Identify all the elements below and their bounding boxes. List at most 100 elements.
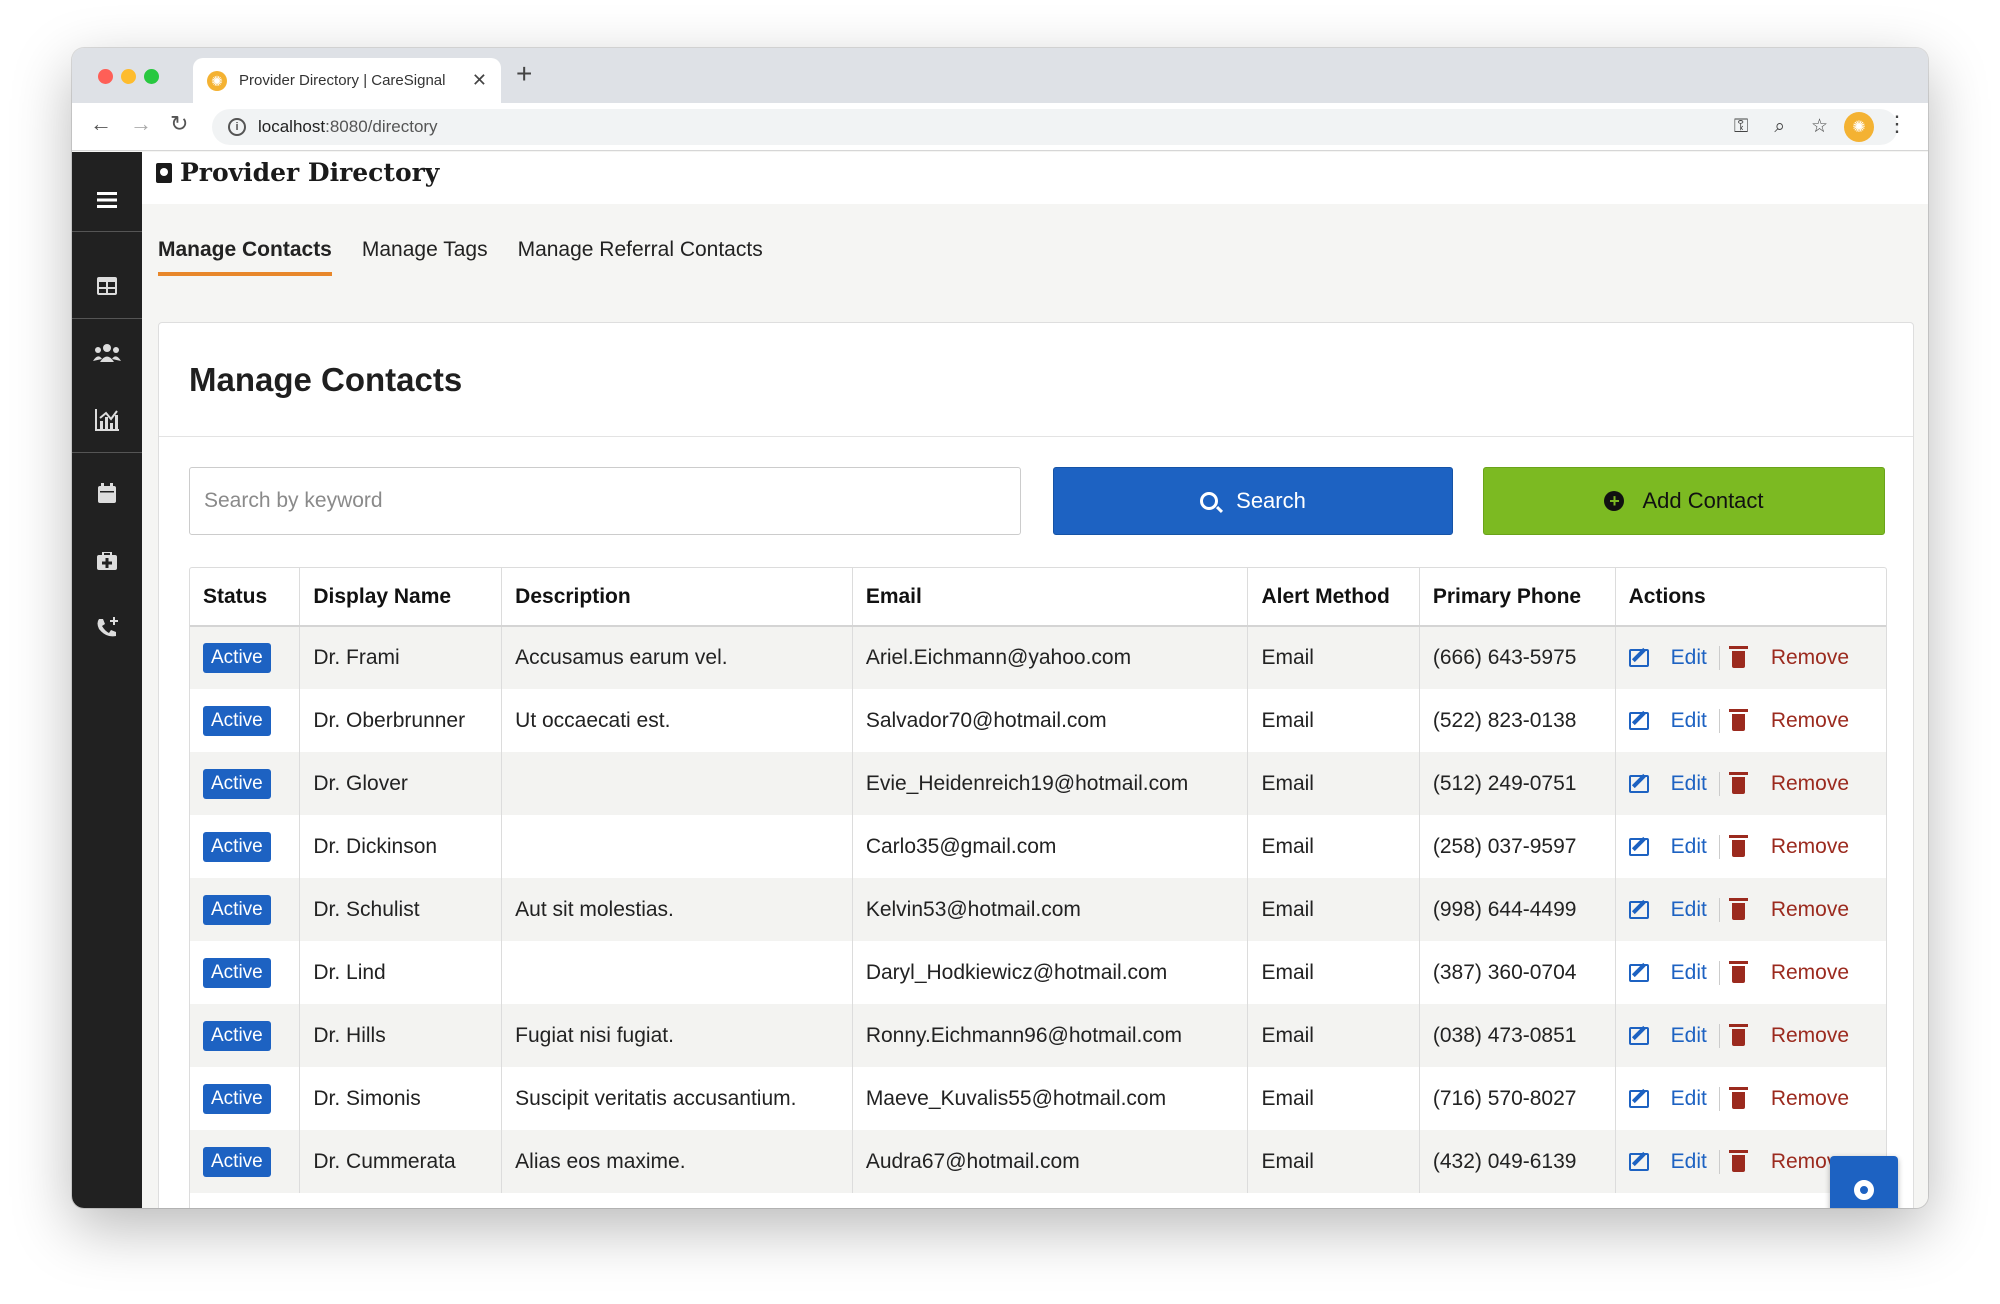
- browser-tab[interactable]: ✺ Provider Directory | CareSignal ✕: [193, 58, 501, 103]
- edit-button[interactable]: Edit: [1628, 646, 1720, 670]
- maximize-window-button[interactable]: [144, 69, 159, 84]
- cell-email: Salvador70@hotmail.com: [852, 689, 1249, 752]
- edit-button[interactable]: Edit: [1628, 771, 1720, 796]
- remove-button[interactable]: Remove: [1720, 834, 1849, 859]
- help-button[interactable]: [1830, 1156, 1898, 1208]
- edit-button[interactable]: Edit: [1628, 897, 1720, 922]
- extension-icon[interactable]: ✺: [1844, 112, 1874, 142]
- remove-button[interactable]: Remove: [1720, 960, 1850, 985]
- remove-button[interactable]: Remove: [1720, 897, 1849, 922]
- trash-icon: [1728, 1023, 1748, 1046]
- site-info-icon[interactable]: i: [228, 118, 246, 136]
- remove-button[interactable]: Remove: [1720, 646, 1849, 670]
- cell-alert-method: Email: [1247, 815, 1420, 878]
- edit-icon: [1628, 837, 1649, 856]
- close-tab-icon[interactable]: ✕: [472, 70, 487, 91]
- new-tab-button[interactable]: +: [516, 60, 532, 88]
- edit-label: Edit: [1670, 708, 1707, 732]
- search-input[interactable]: [189, 467, 1021, 535]
- cell-description: Fugiat nisi fugiat.: [501, 1004, 853, 1067]
- close-window-button[interactable]: [98, 69, 113, 84]
- calendar-icon[interactable]: [72, 473, 142, 513]
- search-button[interactable]: Search: [1053, 467, 1453, 535]
- cell-display-name: Dr. Schulist: [299, 878, 503, 941]
- analytics-icon[interactable]: [72, 400, 142, 440]
- cell-actions: Edit Remove: [1615, 941, 1886, 1004]
- edit-label: Edit: [1670, 834, 1707, 858]
- tab-manage-tags[interactable]: Manage Tags: [362, 238, 488, 276]
- cell-status: Active: [190, 878, 301, 941]
- header-email[interactable]: Email: [852, 568, 1249, 627]
- header-display-name[interactable]: Display Name: [299, 568, 503, 627]
- remove-button[interactable]: Remove: [1720, 771, 1850, 796]
- address-bar[interactable]: i localhost:8080/directory ⚿ ⌕ ☆: [212, 109, 1898, 145]
- caresignal-favicon-icon: ✺: [207, 70, 227, 91]
- lifebuoy-icon: [1854, 1180, 1874, 1200]
- table-row: Active Dr. Hills Fugiat nisi fugiat. Ronny.…: [190, 1004, 1886, 1067]
- remove-button[interactable]: Remove: [1720, 1086, 1850, 1111]
- cell-description: Alias eos maxime.: [501, 1130, 853, 1193]
- cell-primary-phone: (432) 049-6139: [1419, 1130, 1616, 1193]
- remove-label: Remove: [1770, 960, 1850, 984]
- header-description[interactable]: Description: [501, 568, 853, 627]
- status-badge: Active: [203, 768, 271, 799]
- users-icon[interactable]: [72, 333, 142, 373]
- edit-icon: [1628, 1026, 1649, 1045]
- edit-button[interactable]: Edit: [1628, 1086, 1720, 1111]
- cell-display-name: Dr. Oberbrunner: [299, 689, 503, 752]
- status-badge: Active: [203, 643, 271, 673]
- cell-email: Ronny.Eichmann96@hotmail.com: [852, 1004, 1249, 1067]
- header-alert-method[interactable]: Alert Method: [1247, 568, 1420, 627]
- edit-button[interactable]: Edit: [1628, 1023, 1720, 1048]
- edit-button[interactable]: Edit: [1628, 960, 1720, 985]
- edit-label: Edit: [1670, 897, 1707, 921]
- table-row: Active Dr. Simonis Suscipit veritatis accu…: [190, 1067, 1886, 1130]
- cell-alert-method: Email: [1247, 1067, 1420, 1130]
- add-contact-button[interactable]: + Add Contact: [1483, 467, 1885, 535]
- cell-display-name: Dr. Dickinson: [299, 815, 503, 878]
- zoom-icon[interactable]: ⌕: [1774, 116, 1785, 138]
- medkit-icon[interactable]: [72, 541, 142, 581]
- search-button-label: Search: [1236, 488, 1306, 513]
- header-status[interactable]: Status: [190, 568, 301, 627]
- remove-label: Remove: [1770, 771, 1850, 795]
- browser-window: ✺ Provider Directory | CareSignal ✕ + ← …: [72, 48, 1928, 1208]
- edit-button[interactable]: Edit: [1628, 1149, 1720, 1174]
- cell-status: Active: [190, 815, 301, 878]
- status-badge: Active: [203, 894, 271, 925]
- cell-actions: Edit Remove: [1615, 1004, 1886, 1067]
- cell-alert-method: Email: [1247, 1130, 1420, 1193]
- phone-add-icon[interactable]: [72, 608, 142, 648]
- browser-menu-icon[interactable]: ⋮: [1886, 113, 1908, 135]
- minimize-window-button[interactable]: [121, 69, 136, 84]
- bookmark-star-icon[interactable]: ☆: [1811, 115, 1828, 138]
- edit-icon: [1628, 900, 1649, 919]
- forward-icon[interactable]: →: [130, 113, 152, 135]
- cell-status: Active: [190, 1004, 301, 1067]
- menu-icon[interactable]: [72, 180, 142, 220]
- dashboard-icon[interactable]: [72, 266, 142, 306]
- edit-button[interactable]: Edit: [1628, 708, 1720, 733]
- key-icon[interactable]: ⚿: [1734, 116, 1748, 138]
- header-primary-phone[interactable]: Primary Phone: [1419, 568, 1616, 627]
- reload-icon[interactable]: ↻: [170, 113, 188, 135]
- contacts-table-wrapper: Status Display Name Description Email Al…: [189, 567, 1887, 1208]
- table-row: Active Dr. Glover Evie_Heidenreich19@hotma…: [190, 752, 1886, 815]
- status-badge: Active: [203, 957, 271, 988]
- header-actions: Actions: [1615, 568, 1886, 627]
- cell-status: Active: [190, 1130, 301, 1193]
- edit-icon: [1628, 774, 1649, 793]
- remove-label: Remove: [1770, 1086, 1850, 1110]
- cell-primary-phone: (666) 643-5975: [1419, 626, 1616, 689]
- tab-manage-referral-contacts[interactable]: Manage Referral Contacts: [518, 238, 763, 276]
- edit-button[interactable]: Edit: [1628, 834, 1720, 859]
- sidebar: [72, 152, 142, 1208]
- tab-manage-contacts[interactable]: Manage Contacts: [158, 238, 332, 276]
- edit-label: Edit: [1670, 771, 1707, 795]
- edit-icon: [1628, 711, 1649, 730]
- remove-button[interactable]: Remove: [1720, 708, 1849, 733]
- cell-alert-method: Email: [1247, 878, 1420, 941]
- back-icon[interactable]: ←: [90, 113, 112, 135]
- search-row: Search + Add Contact: [189, 467, 1885, 535]
- remove-button[interactable]: Remove: [1720, 1023, 1849, 1048]
